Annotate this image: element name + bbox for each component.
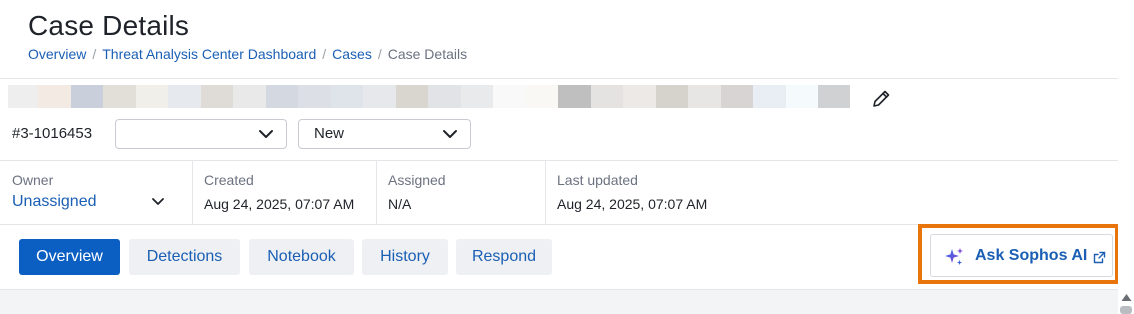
- page-title: Case Details: [28, 10, 190, 41]
- owner-label: Owner: [12, 172, 54, 188]
- breadcrumb-cases-link[interactable]: Cases: [332, 46, 372, 62]
- meta-column-divider: [376, 161, 377, 224]
- meta-column-divider: [545, 161, 546, 224]
- assigned-value: N/A: [388, 196, 412, 212]
- external-link-icon: [1093, 251, 1106, 264]
- scrollbar[interactable]: [1118, 78, 1134, 314]
- case-id: #3-1016453: [12, 125, 93, 142]
- header-divider: [0, 78, 1134, 79]
- edit-name-pencil-icon[interactable]: [870, 88, 892, 110]
- last-updated-value: Aug 24, 2025, 07:07 AM: [557, 196, 708, 212]
- meta-column-divider: [192, 161, 193, 224]
- created-label: Created: [204, 172, 254, 188]
- tab-overview[interactable]: Overview: [19, 239, 120, 275]
- breadcrumb-separator: /: [377, 46, 382, 62]
- chevron-down-icon: [259, 130, 273, 138]
- breadcrumb-separator: /: [92, 46, 97, 62]
- case-severity-select[interactable]: [115, 119, 287, 149]
- case-name-redacted: [8, 85, 850, 108]
- sparkle-icon: [945, 248, 963, 265]
- breadcrumb-current: Case Details: [387, 46, 468, 62]
- case-status-select[interactable]: New: [298, 119, 471, 149]
- tab-detections[interactable]: Detections: [129, 239, 240, 275]
- meta-divider-top: [0, 160, 1134, 161]
- breadcrumb-dashboard-link[interactable]: Threat Analysis Center Dashboard: [102, 46, 316, 62]
- chevron-down-icon[interactable]: [151, 197, 165, 207]
- ask-ai-label: Ask Sophos AI: [975, 247, 1088, 264]
- tab-respond[interactable]: Respond: [456, 239, 552, 275]
- tab-notebook[interactable]: Notebook: [249, 239, 354, 275]
- content-area: [0, 289, 1120, 314]
- last-updated-label: Last updated: [557, 172, 638, 188]
- assigned-label: Assigned: [388, 172, 446, 188]
- breadcrumb-separator: /: [322, 46, 327, 62]
- owner-select[interactable]: Unassigned: [12, 193, 97, 211]
- breadcrumb-overview-link[interactable]: Overview: [28, 46, 86, 62]
- scrollbar-thumb[interactable]: [1120, 306, 1132, 314]
- tab-history[interactable]: History: [362, 239, 448, 275]
- chevron-down-icon: [443, 130, 457, 138]
- created-value: Aug 24, 2025, 07:07 AM: [204, 196, 355, 212]
- breadcrumb: Overview / Threat Analysis Center Dashbo…: [28, 46, 467, 62]
- ask-sophos-ai-button[interactable]: Ask Sophos AI: [930, 234, 1113, 277]
- status-select-value: New: [314, 125, 345, 142]
- scroll-up-arrow-icon[interactable]: [1120, 292, 1133, 302]
